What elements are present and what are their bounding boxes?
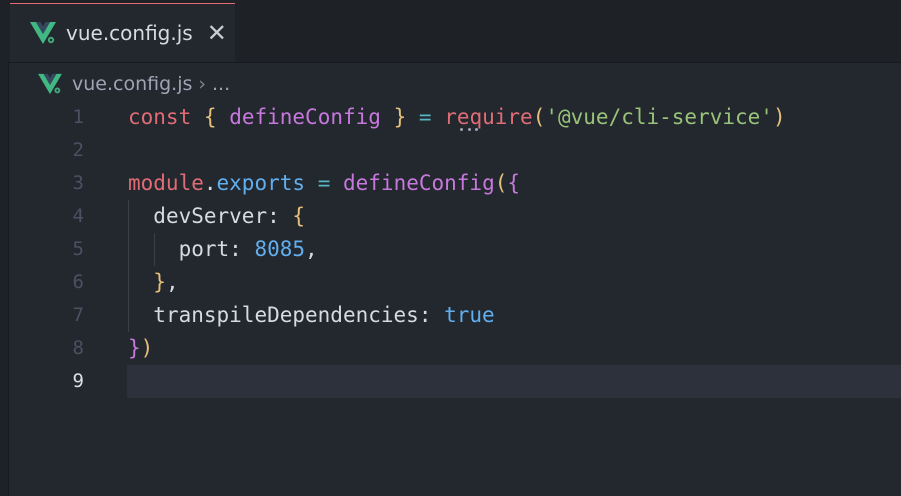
line-number: 8: [72, 337, 84, 359]
code-token: devServer: [153, 204, 268, 228]
code-line[interactable]: 5 port: 8085,: [0, 233, 901, 266]
close-icon[interactable]: ✕: [207, 21, 227, 45]
code-line[interactable]: 3 module.exports = defineConfig({: [0, 167, 901, 200]
hint-dot: [467, 128, 471, 131]
tab-bar: vue.config.js ✕: [8, 0, 901, 63]
code-token: ): [140, 336, 154, 360]
line-content: const { defineConfig } = require('@vue/c…: [128, 101, 786, 134]
tab-title: vue.config.js: [66, 21, 193, 45]
code-token: ): [772, 105, 786, 129]
line-content: transpileDependencies: true: [128, 299, 495, 332]
hint-dot: [475, 128, 478, 131]
indent-guide: [128, 200, 129, 332]
line-content: }): [128, 332, 153, 365]
code-token: ,: [305, 237, 318, 261]
code-token: defineConfig: [229, 105, 381, 129]
code-token: =: [418, 105, 432, 129]
code-token: true: [444, 303, 495, 327]
code-line[interactable]: 7 transpileDependencies: true: [0, 299, 901, 332]
line-content: module.exports = defineConfig({: [128, 167, 520, 200]
line-number: 3: [72, 172, 84, 194]
code-line[interactable]: 8}): [0, 332, 901, 365]
code-line[interactable]: 9: [73, 365, 901, 398]
indent-guide: [154, 233, 155, 266]
line-number: 7: [72, 304, 84, 326]
code-line[interactable]: 2: [0, 134, 901, 167]
line-number: 9: [72, 370, 84, 392]
line-content: devServer: {: [128, 200, 305, 233]
code-token: module: [128, 171, 204, 195]
chevron-right-icon: ›: [198, 73, 206, 95]
code-area[interactable]: 1 const { defineConfig } = require('@vue/…: [0, 101, 901, 398]
code-token: =: [317, 171, 331, 195]
code-token: ,: [165, 270, 179, 294]
line-number: 1: [72, 106, 84, 128]
vue-icon: [30, 22, 56, 44]
code-token: :: [229, 237, 255, 261]
code-token: }: [393, 105, 407, 129]
line-number: 4: [72, 205, 84, 227]
code-token: (: [494, 171, 508, 195]
vue-icon: [38, 73, 62, 95]
code-editor: vue.config.js ✕ vue.config.js › ... 1 con…: [0, 0, 901, 496]
code-token: {: [203, 105, 217, 129]
code-token: '@vue/cli-service': [545, 105, 773, 129]
line-number: 5: [72, 238, 84, 260]
code-token: :: [267, 204, 293, 228]
tab-vue-config[interactable]: vue.config.js ✕: [10, 3, 235, 62]
code-token: :: [418, 303, 445, 327]
code-token: exports: [216, 171, 306, 195]
line-content: },: [128, 266, 179, 299]
line-content: port: 8085,: [128, 233, 318, 266]
code-token: {: [292, 204, 306, 228]
code-token: (: [532, 105, 546, 129]
code-token: .: [203, 171, 217, 195]
hint-dot: [460, 128, 463, 131]
hint-dots-icon[interactable]: [460, 128, 478, 132]
code-token: const: [128, 105, 192, 129]
code-token: transpileDependencies: [153, 303, 419, 327]
line-number: 6: [72, 271, 84, 293]
line-number: 2: [72, 139, 84, 161]
code-line[interactable]: 4 devServer: {: [0, 200, 901, 233]
breadcrumb: vue.config.js › ...: [38, 68, 230, 100]
code-token: require: [444, 105, 533, 129]
code-token: port: [178, 237, 230, 261]
code-token: }: [128, 336, 141, 360]
code-token: defineConfig: [343, 171, 495, 195]
code-token: 8085: [254, 237, 306, 261]
code-token: }: [153, 270, 166, 294]
breadcrumb-file[interactable]: vue.config.js: [72, 73, 192, 95]
code-line[interactable]: 6 },: [0, 266, 901, 299]
code-line[interactable]: 1 const { defineConfig } = require('@vue/…: [0, 101, 901, 134]
code-token: {: [507, 171, 521, 195]
breadcrumb-more[interactable]: ...: [212, 73, 230, 95]
